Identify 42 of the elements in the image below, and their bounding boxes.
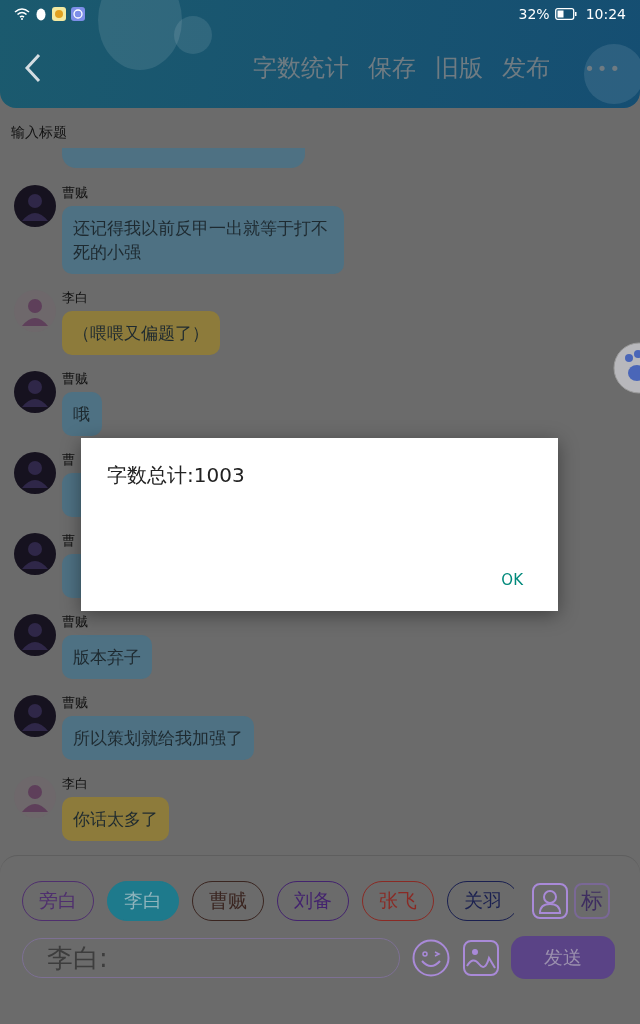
sender-name: 曹贼 — [62, 614, 88, 630]
toolbar-action[interactable]: 保存 — [368, 52, 417, 84]
avatar — [14, 185, 56, 227]
battery-percent: 32% — [518, 6, 550, 22]
title-field[interactable]: 输入标题 — [0, 108, 640, 144]
mark-button[interactable]: 标 — [574, 883, 610, 919]
avatar — [14, 614, 56, 656]
clock: 10:24 — [585, 6, 626, 22]
sender-name: 曹贼 — [62, 185, 88, 201]
sender-name: 曹 — [62, 533, 75, 549]
ok-button[interactable]: OK — [501, 571, 523, 589]
toolbar-action[interactable]: 发布 — [502, 52, 551, 84]
dialog-message: 字数总计:1003 — [107, 462, 246, 489]
sender-name: 李白 — [62, 776, 88, 792]
person-icon[interactable] — [532, 883, 568, 919]
battery-icon — [554, 8, 577, 20]
wink-emoji-icon[interactable] — [412, 938, 450, 977]
music-app-icon — [71, 7, 85, 21]
send-button[interactable]: 发送 — [511, 936, 615, 979]
sender-name: 李白 — [62, 290, 88, 306]
sender-name: 曹贼 — [62, 371, 88, 387]
toolbar-action[interactable]: 字数统计 — [253, 52, 350, 84]
avatar — [14, 452, 56, 494]
message-bubble: （喂喂又偏题了） — [62, 311, 220, 355]
message-bubble: 哦 — [62, 392, 102, 436]
sender-name: 曹 — [62, 452, 75, 468]
header-decoration — [584, 44, 640, 104]
avatar — [14, 533, 56, 575]
app-icon — [52, 7, 66, 21]
toolbar-action[interactable]: 旧版 — [435, 52, 484, 84]
message-bubble: 还记得我以前反甲一出就等于打不死的小强 — [62, 206, 344, 274]
image-icon[interactable] — [463, 939, 499, 976]
message-bubble: 版本弃子 — [62, 635, 152, 679]
back-icon[interactable] — [24, 53, 42, 83]
more-button[interactable]: ••• — [584, 57, 622, 79]
sender-name: 曹贼 — [62, 695, 88, 711]
message-bubble: 所以策划就给我加强了 — [62, 716, 254, 760]
role-chip[interactable]: 李白 — [107, 881, 179, 921]
message-bubble: 你话太多了 — [62, 797, 169, 841]
avatar — [14, 371, 56, 413]
wifi-icon — [14, 8, 30, 20]
avatar — [14, 695, 56, 737]
